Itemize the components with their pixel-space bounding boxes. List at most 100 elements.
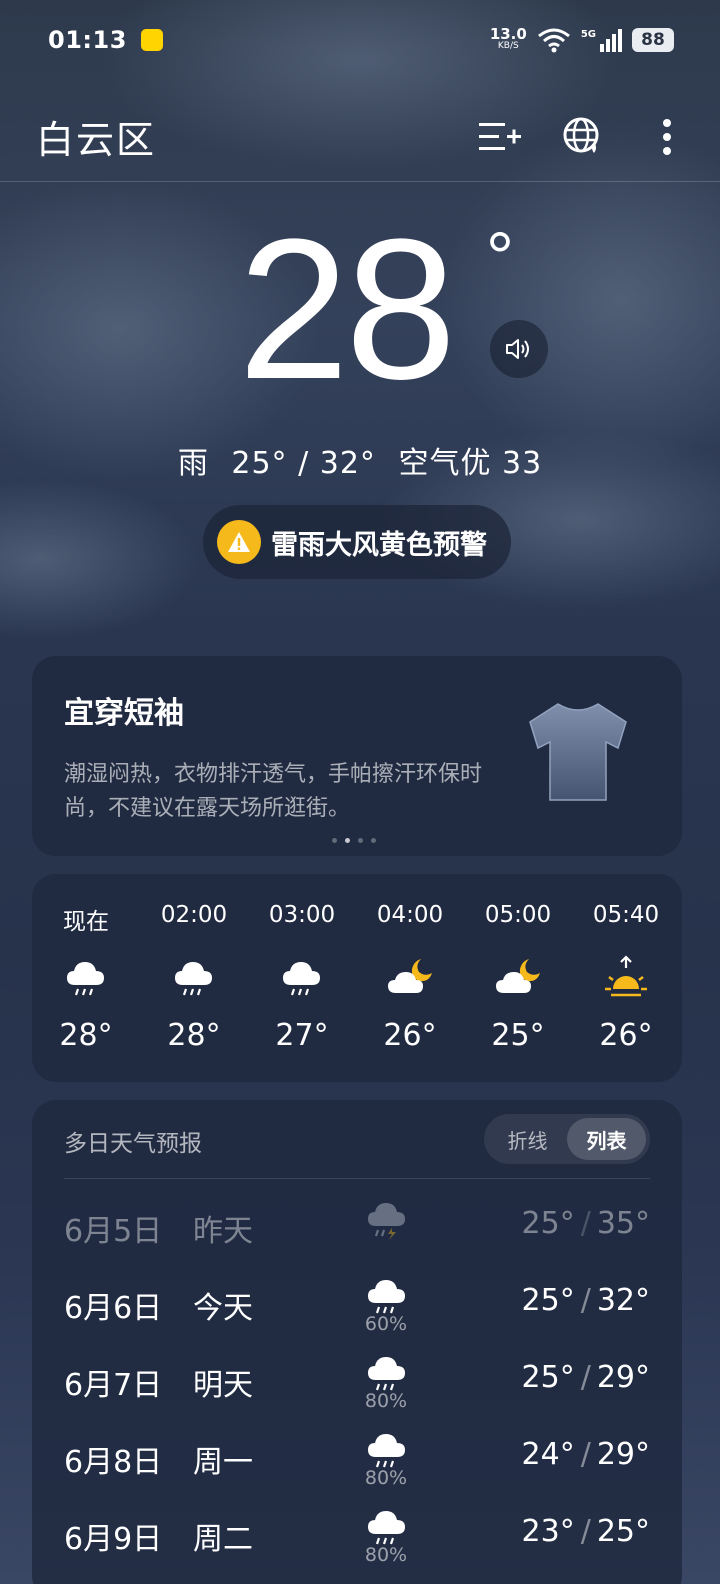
daily-row[interactable]: 6月6日 今天 60% 25°/32° xyxy=(32,1273,682,1343)
page-dot xyxy=(358,838,363,843)
hourly-temp: 25° xyxy=(491,1018,545,1053)
hourly-item: 05:40 26° xyxy=(572,902,680,1053)
hourly-item: 04:00 26° xyxy=(356,902,464,1053)
day-date: 6月9日 xyxy=(64,1522,163,1557)
city-name[interactable]: 白云区 xyxy=(36,109,156,164)
day-high: 32° xyxy=(596,1283,650,1318)
hourly-temp: 26° xyxy=(599,1018,653,1053)
notification-app-icon xyxy=(140,29,163,51)
daily-row[interactable]: 6月5日 昨天 25°/35° xyxy=(32,1196,682,1266)
day-low: 23° xyxy=(521,1514,575,1549)
rain-icon xyxy=(362,1273,412,1317)
rain-icon xyxy=(362,1350,412,1394)
daily-row[interactable]: 6月9日 周二 80% 23°/25° xyxy=(32,1504,682,1574)
day-name: 周二 xyxy=(193,1522,253,1557)
toggle-list[interactable]: 列表 xyxy=(567,1118,646,1160)
rain-icon xyxy=(63,948,109,1006)
hourly-item: 03:00 27° xyxy=(248,902,356,1053)
divider xyxy=(64,1178,650,1179)
sunrise-icon xyxy=(601,948,651,1006)
day-low: 25° xyxy=(521,1360,575,1395)
day-low: 25° xyxy=(521,1206,575,1241)
weather-summary: 雨 25° / 32° 空气优 33 xyxy=(0,438,720,482)
hourly-time: 05:00 xyxy=(484,902,552,928)
battery-indicator: 88 xyxy=(632,28,674,52)
partly-cloudy-night-icon xyxy=(493,948,543,1006)
hourly-item: 02:00 28° xyxy=(140,902,248,1053)
tshirt-icon xyxy=(529,703,627,801)
rain-icon xyxy=(171,948,217,1006)
day-high: 35° xyxy=(596,1206,650,1241)
hourly-temp: 27° xyxy=(275,1018,329,1053)
tip-text: 潮湿闷热，衣物排汗透气，手帕擦汗环保时尚，不建议在露天场所逛街。 xyxy=(64,762,483,821)
day-temp-range: 25°/29° xyxy=(522,1360,650,1395)
rain-icon xyxy=(362,1427,412,1471)
day-precip-chance: 80% xyxy=(364,1467,408,1489)
day-precip-chance: 60% xyxy=(364,1313,408,1335)
day-low: 25° xyxy=(521,1283,575,1318)
hourly-time: 04:00 xyxy=(376,902,444,928)
temp-separator: / xyxy=(580,1206,591,1241)
speaker-icon xyxy=(506,339,529,359)
hourly-time: 03:00 xyxy=(268,902,336,928)
day-temp-range: 24°/29° xyxy=(522,1437,650,1472)
hourly-temp: 28° xyxy=(59,1018,113,1053)
top-bar: 白云区 xyxy=(0,92,720,182)
add-city-icon[interactable] xyxy=(476,114,522,160)
temp-separator: / xyxy=(580,1514,591,1549)
status-indicators: 13.0 KB/S 5G 88 xyxy=(490,27,674,53)
temp-range: 25° / 32° xyxy=(231,446,376,481)
globe-icon[interactable] xyxy=(560,114,606,160)
temp-separator: / xyxy=(580,1283,591,1318)
day-date: 6月8日 xyxy=(64,1445,163,1480)
day-precip-chance: 80% xyxy=(364,1390,408,1412)
topbar-actions xyxy=(476,114,690,160)
wifi-icon xyxy=(537,28,570,53)
page-dot-active xyxy=(345,838,350,843)
clothing-tip-card[interactable]: 宜穿短袖 潮湿闷热，衣物排汗透气，手帕擦汗环保时尚，不建议在露天场所逛街。 xyxy=(32,656,682,856)
alert-text: 雷雨大风黄色预警 xyxy=(271,529,487,561)
status-bar: 01:13 13.0 KB/S 5G 88 xyxy=(0,0,720,80)
daily-row[interactable]: 6月8日 周一 80% 24°/29° xyxy=(32,1427,682,1497)
day-name: 今天 xyxy=(193,1291,253,1326)
day-temp-range: 23°/25° xyxy=(522,1514,650,1549)
daily-row[interactable]: 6月7日 明天 80% 25°/29° xyxy=(32,1350,682,1420)
speaker-button[interactable] xyxy=(490,320,548,378)
rain-icon xyxy=(362,1504,412,1548)
day-high: 25° xyxy=(596,1514,650,1549)
current-temperature: 28 xyxy=(238,198,456,421)
day-date: 6月6日 xyxy=(64,1291,163,1326)
daily-forecast-card: 多日天气预报 折线 列表 6月5日 昨天 25°/35° 6月6日 今天 60%… xyxy=(32,1100,682,1584)
hourly-time: 02:00 xyxy=(160,902,228,928)
degree-symbol: ° xyxy=(486,218,514,296)
network-type: 5G xyxy=(580,28,596,40)
signal-icon: 5G xyxy=(580,28,622,52)
day-name: 昨天 xyxy=(193,1214,253,1249)
page-dot xyxy=(332,838,337,843)
toggle-line-chart[interactable]: 折线 xyxy=(488,1118,567,1160)
day-name: 周一 xyxy=(193,1445,253,1480)
warning-icon xyxy=(217,520,261,564)
day-low: 24° xyxy=(521,1437,575,1472)
day-name: 明天 xyxy=(193,1368,253,1403)
hourly-temp: 28° xyxy=(167,1018,221,1053)
thunderstorm-icon xyxy=(362,1196,412,1240)
hourly-forecast-card[interactable]: 现在 28° 02:00 28° 03:00 27° 04:00 26° 05:… xyxy=(32,874,682,1082)
page-dot xyxy=(371,838,376,843)
rain-icon xyxy=(279,948,325,1006)
tip-page-dots xyxy=(332,838,376,843)
air-quality[interactable]: 空气优 33 xyxy=(398,446,542,481)
partly-cloudy-night-icon xyxy=(385,948,435,1006)
more-vert-icon[interactable] xyxy=(644,114,690,160)
weather-alert-button[interactable]: 雷雨大风黄色预警 xyxy=(203,505,511,579)
daily-title: 多日天气预报 xyxy=(64,1131,202,1157)
hourly-item: 05:00 25° xyxy=(464,902,572,1053)
hourly-time: 05:40 xyxy=(592,902,660,928)
day-date: 6月5日 xyxy=(64,1214,163,1249)
day-precip-chance: 80% xyxy=(364,1544,408,1566)
day-temp-range: 25°/32° xyxy=(522,1283,650,1318)
hourly-time: 现在 xyxy=(63,909,109,935)
tip-title: 宜穿短袖 xyxy=(64,696,184,731)
day-high: 29° xyxy=(596,1360,650,1395)
condition-text: 雨 xyxy=(177,446,209,481)
